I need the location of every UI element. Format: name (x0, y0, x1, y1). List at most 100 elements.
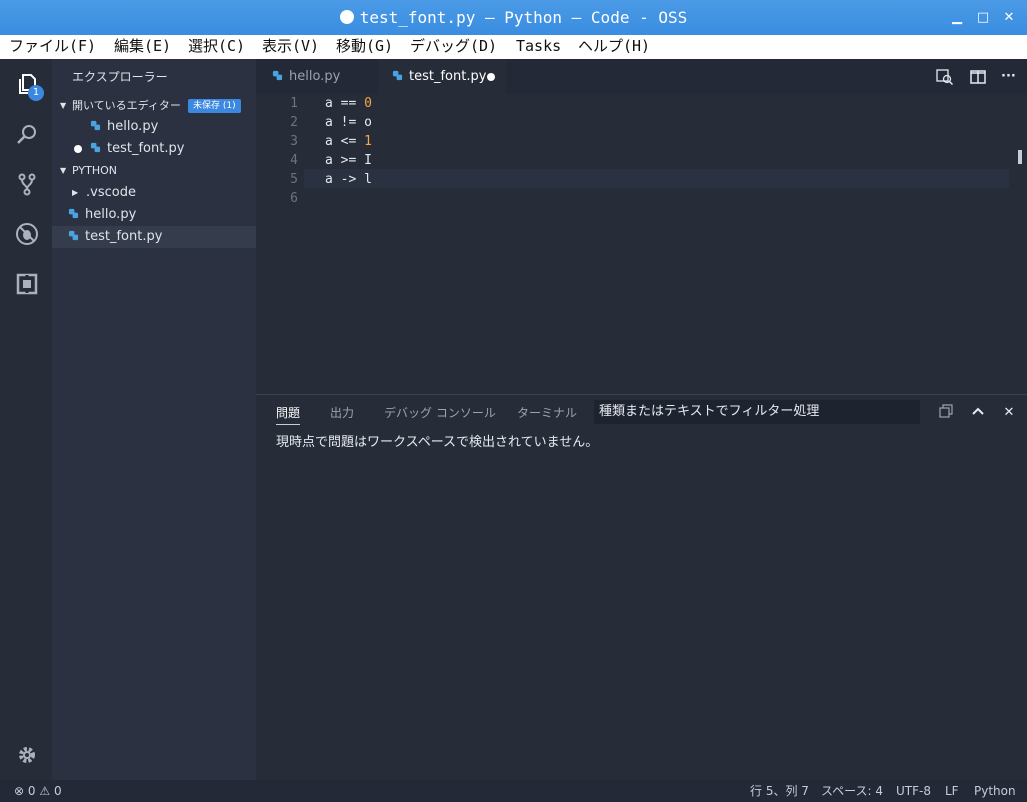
line-number: 4 (290, 153, 298, 168)
tab-output[interactable]: 出力 (330, 395, 354, 431)
collapse-all-icon[interactable] (934, 395, 958, 431)
more-actions-icon[interactable]: ··· (1001, 69, 1017, 85)
debug-icon (16, 223, 38, 245)
tab-label: hello.py (289, 69, 341, 84)
maximize-button[interactable]: □ (971, 0, 995, 35)
warning-icon: ⚠ (39, 784, 51, 798)
open-editor-label: hello.py (107, 119, 159, 134)
menu-go[interactable]: 移動(G) (336, 35, 393, 59)
debug-activity[interactable] (2, 209, 52, 259)
code-number: 0 (364, 96, 372, 111)
code-line[interactable]: a <= 1 (325, 134, 372, 149)
collapse-triangle-icon: ▼ (60, 101, 67, 110)
tab-label: test_font.py (409, 69, 487, 84)
scrollbar-slider[interactable] (1018, 150, 1022, 164)
menu-file[interactable]: ファイル(F) (9, 35, 96, 59)
file-tree-label: test_font.py (85, 229, 163, 244)
open-editor-label: test_font.py (107, 141, 185, 156)
split-editor-icon[interactable] (970, 69, 986, 85)
menu-selection[interactable]: 選択(C) (188, 35, 245, 59)
code-line[interactable]: a == 0 (325, 96, 372, 111)
explorer-badge: 1 (28, 85, 44, 101)
explorer-activity[interactable]: 1 (2, 59, 52, 109)
menu-edit[interactable]: 編集(E) (114, 35, 171, 59)
python-file-icon (90, 142, 101, 153)
editor-tabs: hello.py test_font.py ··· (256, 59, 1027, 94)
code-text: a <= (325, 134, 365, 149)
problems-status[interactable]: ⊗ 0 ⚠ 0 (14, 780, 62, 802)
line-number: 5 (290, 172, 298, 187)
file-tree-item-selected[interactable]: test_font.py (52, 226, 256, 248)
file-tree-label: .vscode (86, 185, 136, 200)
folder-label: PYTHON (72, 164, 117, 177)
extensions-icon (16, 273, 38, 295)
file-tree-item[interactable]: ▶ .vscode (52, 182, 256, 204)
explorer-sidebar: エクスプローラー ▼ 開いているエディター 未保存 (1) hello.py t… (52, 59, 256, 780)
source-control-icon (18, 173, 36, 196)
settings-activity[interactable] (2, 730, 52, 780)
tab-terminal[interactable]: ターミナル (517, 395, 577, 431)
python-file-icon (90, 120, 101, 131)
title-bar: test_font.py — Python — Code - OSS ▁ □ ✕ (0, 0, 1027, 35)
tab-problems[interactable]: 問題 (276, 395, 301, 431)
maximize-panel-icon[interactable] (966, 395, 990, 431)
code-line[interactable]: a != o (325, 115, 372, 130)
code-text: a != o (325, 115, 372, 130)
indentation-status[interactable]: スペース: 4 (821, 780, 883, 802)
close-window-button[interactable]: ✕ (997, 0, 1021, 35)
extensions-activity[interactable] (2, 259, 52, 309)
folder-header[interactable]: ▼ PYTHON (52, 160, 256, 182)
cursor-position[interactable]: 行 5、列 7 (750, 780, 809, 802)
sidebar-title: エクスプローラー (72, 70, 168, 84)
tab-hello[interactable]: hello.py (256, 59, 378, 94)
source-control-activity[interactable] (2, 159, 52, 209)
encoding-status[interactable]: UTF-8 (896, 780, 931, 802)
open-editors-header[interactable]: ▼ 開いているエディター 未保存 (1) (52, 95, 256, 117)
menu-tasks[interactable]: Tasks (516, 35, 561, 59)
problems-filter-input[interactable] (594, 400, 920, 424)
menu-debug[interactable]: デバッグ(D) (410, 35, 497, 59)
close-panel-icon[interactable]: ✕ (997, 395, 1021, 431)
python-file-icon (392, 70, 403, 81)
window-title: test_font.py — Python — Code - OSS (359, 8, 688, 27)
search-activity[interactable] (2, 109, 52, 159)
python-file-icon (272, 70, 283, 81)
menu-view[interactable]: 表示(V) (262, 35, 319, 59)
window-title-area: test_font.py — Python — Code - OSS (0, 0, 1027, 35)
tab-debug-console[interactable]: デバッグ コンソール (384, 395, 496, 431)
gear-icon (19, 747, 35, 763)
minimize-button[interactable]: ▁ (945, 0, 969, 35)
line-number: 3 (290, 134, 298, 149)
code-text: a == (325, 96, 365, 111)
code-text: a >= I (325, 153, 372, 168)
python-file-icon (68, 208, 79, 219)
status-bar: ⊗ 0 ⚠ 0 行 5、列 7 スペース: 4 UTF-8 LF Python (0, 780, 1027, 802)
code-number: 1 (364, 134, 372, 149)
activity-bar: 1 (2, 59, 52, 780)
dirty-dot-icon[interactable] (487, 73, 495, 81)
error-count: 0 (27, 784, 36, 798)
open-changes-icon[interactable] (936, 69, 954, 86)
expand-triangle-icon: ▶ (72, 188, 79, 197)
python-file-icon (68, 230, 79, 241)
menu-help[interactable]: ヘルプ(H) (578, 35, 650, 59)
line-number: 2 (290, 115, 298, 130)
code-line[interactable]: a -> l (325, 172, 372, 187)
bottom-panel: 問題 出力 デバッグ コンソール ターミナル ✕ 現時点で問題はワークスペースで… (256, 394, 1027, 781)
file-tree-item[interactable]: hello.py (52, 204, 256, 226)
unsaved-dot-icon (339, 10, 354, 24)
line-number: 6 (290, 191, 298, 206)
file-tree-label: hello.py (85, 207, 137, 222)
menu-bar: ファイル(F) 編集(E) 選択(C) 表示(V) 移動(G) デバッグ(D) … (0, 35, 1027, 59)
language-status[interactable]: Python (974, 780, 1016, 802)
code-line[interactable]: a >= I (325, 153, 372, 168)
eol-status[interactable]: LF (945, 780, 959, 802)
editor-area: hello.py test_font.py ··· 1 2 3 4 5 6 a … (256, 59, 1027, 394)
search-icon (17, 125, 36, 144)
collapse-triangle-icon: ▼ (60, 166, 67, 175)
open-editor-item[interactable]: test_font.py (52, 138, 256, 160)
open-editor-item[interactable]: hello.py (52, 116, 256, 138)
code-text: a -> l (325, 172, 372, 187)
open-editors-label: 開いているエディター (72, 99, 181, 112)
tab-test-font[interactable]: test_font.py (378, 59, 506, 94)
